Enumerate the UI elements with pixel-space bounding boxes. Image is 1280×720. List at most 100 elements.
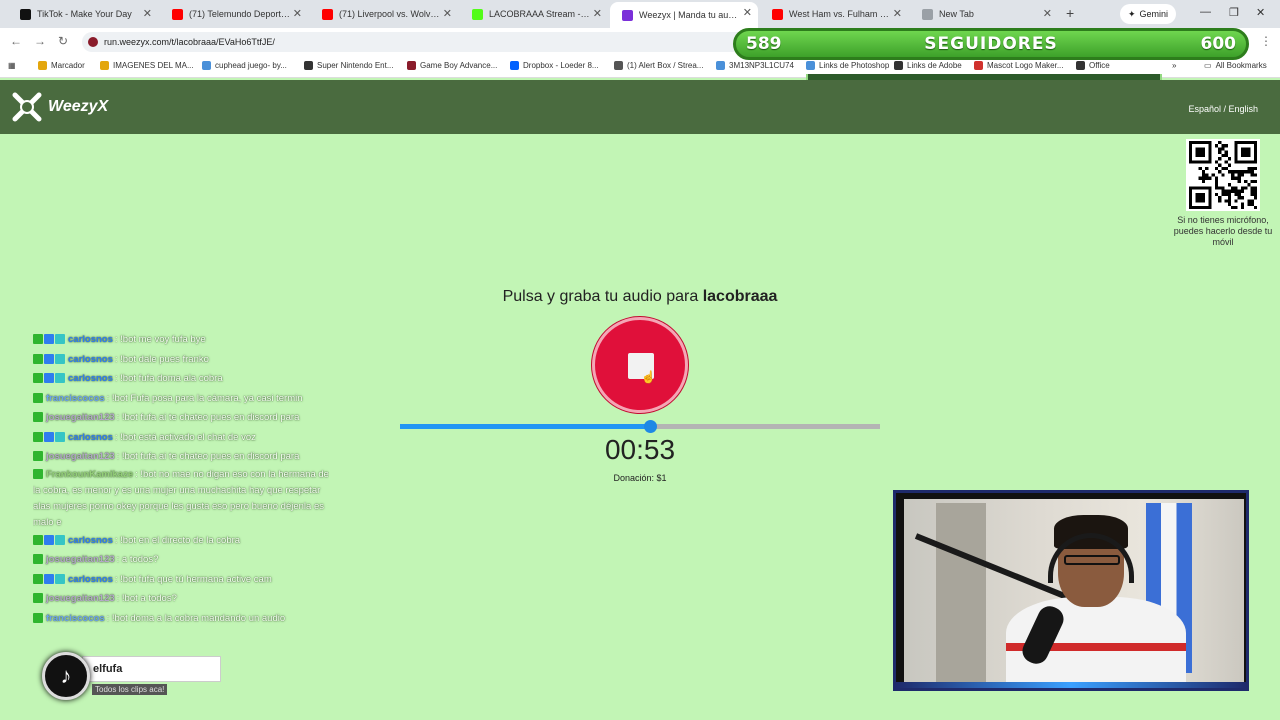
- bookmark-item[interactable]: Mascot Logo Maker...: [974, 61, 1063, 70]
- followers-label: SEGUIDORES: [924, 34, 1058, 54]
- bookmark-item[interactable]: Office: [1076, 61, 1110, 70]
- stream-chat: carlosnos: !bot me voy fufa bye carlosnos…: [33, 330, 329, 630]
- bookmark-label: Office: [1089, 61, 1110, 70]
- bookmark-item[interactable]: Links de Photoshop: [806, 61, 889, 70]
- browser-tab[interactable]: (71) Liverpool vs. Wolverham ✕: [310, 3, 458, 25]
- tab-favicon-icon: [922, 8, 933, 20]
- close-window-icon[interactable]: ✕: [1256, 6, 1265, 19]
- chat-badge-icon: [33, 412, 43, 423]
- tab-close-icon[interactable]: ✕: [293, 7, 302, 20]
- tab-close-icon[interactable]: ✕: [1043, 7, 1052, 20]
- browser-tab[interactable]: Weezyx | Manda tu audio ✕: [610, 2, 758, 28]
- browser-tab[interactable]: New Tab ✕: [910, 3, 1058, 25]
- tiktok-icon: ♪: [42, 652, 90, 700]
- mouse-cursor-icon: ☝: [641, 370, 656, 384]
- chat-badge-icon: [44, 373, 54, 384]
- bookmark-item[interactable]: 3M13NP3L1CU74: [716, 61, 794, 70]
- chat-badge-icon: [33, 373, 43, 384]
- chat-message: carlosnos: !bot me voy fufa bye: [33, 330, 329, 350]
- browser-tab[interactable]: TikTok - Make Your Day ✕: [8, 3, 158, 25]
- chat-text: : a todos?: [116, 554, 159, 565]
- bookmark-icon: [304, 61, 313, 70]
- bookmark-item[interactable]: cuphead juego- by...: [202, 61, 287, 70]
- maximize-icon[interactable]: ❐: [1229, 6, 1239, 19]
- recording-progress[interactable]: [400, 420, 880, 433]
- back-icon[interactable]: ←: [10, 34, 22, 48]
- tab-label: TikTok - Make Your Day: [37, 9, 132, 19]
- chat-badge-icon: [33, 334, 43, 345]
- minimize-icon[interactable]: —: [1200, 6, 1211, 18]
- bookmark-item[interactable]: Super Nintendo Ent...: [304, 61, 394, 70]
- bookmark-label: Links de Adobe: [907, 61, 962, 70]
- chat-username: carlosnos: [68, 334, 113, 345]
- webcam-door: [936, 503, 986, 683]
- chat-badges: [33, 612, 43, 623]
- chat-text: : !bot dale pues franko: [114, 353, 209, 365]
- tab-close-icon[interactable]: ✕: [443, 7, 452, 20]
- chat-message: josuegaitan123: a todos?: [33, 550, 329, 570]
- more-bookmarks-button[interactable]: »: [1172, 61, 1176, 70]
- chat-text: : !bot en el directo de la cobra: [114, 534, 241, 546]
- weezyx-logo[interactable]: WeezyX: [12, 92, 108, 122]
- language-switch[interactable]: Español / English: [1188, 104, 1258, 114]
- tab-close-icon[interactable]: ✕: [743, 6, 752, 19]
- chat-message: carlosnos: !bot está activado el chat de…: [33, 428, 329, 448]
- gemini-label: Gemini: [1139, 9, 1169, 19]
- tab-favicon-icon: [322, 8, 333, 20]
- all-bookmarks-button[interactable]: ▭ All Bookmarks: [1204, 61, 1267, 70]
- browser-tab-strip: + ✦ Gemini — ❐ ✕ TikTok - Make Your Day ✕…: [0, 0, 1280, 28]
- menu-icon[interactable]: ⋮: [1260, 34, 1272, 48]
- record-button[interactable]: ☝: [592, 317, 688, 413]
- forward-icon[interactable]: →: [34, 34, 46, 48]
- bookmark-item[interactable]: IMAGENES DEL MA...: [100, 61, 194, 70]
- tab-favicon-icon: [172, 8, 183, 20]
- bookmark-item[interactable]: Dropbox - Loeder 8...: [510, 61, 599, 70]
- bookmark-icon: [894, 61, 903, 70]
- chat-badge-icon: [33, 353, 43, 364]
- site-header: WeezyX Español / English: [0, 80, 1280, 134]
- new-tab-button[interactable]: +: [1066, 5, 1074, 21]
- gemini-button[interactable]: ✦ Gemini: [1120, 4, 1177, 24]
- tab-close-icon[interactable]: ✕: [893, 7, 902, 20]
- chat-badges: [33, 353, 65, 364]
- site-info-icon[interactable]: [88, 37, 98, 47]
- bookmark-item[interactable]: (1) Alert Box / Strea...: [614, 61, 703, 70]
- chat-message: josuegaitan123: !bot a todos?: [33, 589, 329, 609]
- chat-badge-icon: [33, 451, 43, 462]
- browser-tab[interactable]: West Ham vs. Fulham | High ✕: [760, 3, 908, 25]
- bookmark-item[interactable]: Game Boy Advance...: [407, 61, 497, 70]
- bookmark-icon: [1076, 61, 1085, 70]
- browser-tab[interactable]: (71) Telemundo Deportes - Vi ✕: [160, 3, 308, 25]
- chat-badge-icon: [33, 534, 43, 545]
- chat-badge-icon: [44, 334, 54, 345]
- apps-icon[interactable]: ▦: [8, 61, 16, 70]
- followers-goal: 600: [1200, 34, 1236, 54]
- chat-message: carlosnos: !bot en el directo de la cobr…: [33, 531, 329, 551]
- all-bookmarks-label: All Bookmarks: [1215, 61, 1267, 70]
- donation-amount: Donación: $1: [613, 473, 667, 483]
- tab-close-icon[interactable]: ✕: [143, 7, 152, 20]
- chat-username: josuegaitan123: [46, 593, 115, 604]
- bookmark-item[interactable]: Links de Adobe: [894, 61, 962, 70]
- reload-icon[interactable]: ↻: [58, 34, 68, 48]
- bookmark-icon: [974, 61, 983, 70]
- tab-close-icon[interactable]: ✕: [593, 7, 602, 20]
- recording-timer: 00:53: [604, 434, 676, 465]
- tiktok-handle: elfufa: [82, 656, 221, 682]
- streamer-name: lacobraaa: [702, 288, 778, 305]
- chat-badges: [33, 392, 43, 403]
- gemini-icon: ✦: [1128, 8, 1136, 19]
- chat-message: josuegaitan123: !bot fufa ai te chateo p…: [33, 447, 329, 467]
- chat-badge-icon: [55, 353, 65, 364]
- bookmark-item[interactable]: Marcador: [38, 61, 85, 70]
- tab-label: (71) Liverpool vs. Wolverham: [339, 9, 456, 19]
- chat-username: franciscocos: [46, 612, 105, 624]
- recording-progress-thumb[interactable]: [643, 420, 657, 433]
- chat-badge-icon: [55, 373, 65, 384]
- address-bar[interactable]: run.weezyx.com/t/lacobraaa/EVaHo6TtfJE/: [82, 32, 762, 52]
- chat-badge-icon: [55, 334, 65, 345]
- browser-tab[interactable]: LACOBRAAA Stream - Watch ✕: [460, 3, 608, 25]
- chat-badge-icon: [44, 573, 54, 584]
- tiktok-subtitle: Todos los clips aca!: [92, 684, 168, 695]
- chat-badge-icon: [33, 392, 43, 403]
